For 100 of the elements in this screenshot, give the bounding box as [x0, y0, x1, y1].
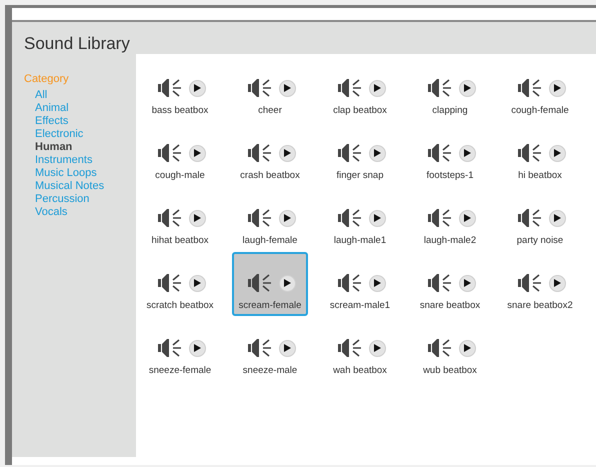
play-button[interactable]: [548, 210, 566, 226]
sound-tile[interactable]: bass beatbox: [142, 57, 218, 121]
play-icon: [284, 84, 290, 92]
play-button[interactable]: [278, 274, 296, 292]
speaker-icon: [426, 272, 452, 294]
play-icon: [284, 279, 290, 287]
sound-tile[interactable]: finger snap: [322, 122, 398, 186]
sound-tile[interactable]: clapping: [412, 57, 488, 121]
sound-name: snare beatbox2: [507, 300, 573, 312]
sound-name: crash beatbox: [240, 170, 300, 182]
sound-tile[interactable]: footsteps-1: [412, 122, 488, 186]
category-link[interactable]: Human: [35, 141, 72, 154]
speaker-icon: [426, 142, 452, 164]
speaker-icon: [336, 207, 362, 229]
sound-tile[interactable]: party noise: [502, 187, 578, 251]
sound-tile[interactable]: cough-female: [502, 57, 578, 121]
play-button[interactable]: [188, 144, 206, 162]
speaker-icon: [246, 77, 272, 99]
play-icon: [464, 84, 470, 92]
sound-tile[interactable]: cheer: [232, 57, 308, 121]
play-button[interactable]: [188, 210, 206, 226]
play-icon: [374, 149, 380, 157]
speaker-icon: [426, 77, 452, 99]
sound-tile[interactable]: scream-male1: [322, 252, 398, 316]
sound-name: cough-female: [511, 105, 569, 117]
sound-tile[interactable]: scream-female: [232, 252, 308, 316]
speaker-icon: [246, 337, 272, 359]
play-button[interactable]: [458, 144, 476, 162]
speaker-icon: [156, 142, 182, 164]
sound-name: cough-male: [155, 170, 205, 182]
speaker-icon: [156, 272, 182, 294]
dialog-title: Sound Library: [24, 33, 130, 55]
sound-tile[interactable]: wah beatbox: [322, 317, 398, 381]
sound-name: bass beatbox: [152, 105, 208, 117]
sound-name: sneeze-male: [242, 365, 298, 377]
play-icon: [374, 84, 380, 92]
play-button[interactable]: [368, 144, 386, 162]
sound-name: wub beatbox: [423, 365, 477, 377]
sound-tile[interactable]: laugh-male1: [322, 187, 398, 251]
sound-tile[interactable]: hihat beatbox: [142, 187, 218, 251]
play-button[interactable]: [278, 144, 296, 162]
sound-tile[interactable]: cough-male: [142, 122, 218, 186]
play-button[interactable]: [188, 340, 206, 356]
speaker-icon: [336, 142, 362, 164]
sound-tile[interactable]: sneeze-female: [142, 317, 218, 381]
play-button[interactable]: [548, 274, 566, 292]
play-button[interactable]: [458, 274, 476, 292]
sound-tile[interactable]: crash beatbox: [232, 122, 308, 186]
play-button[interactable]: [188, 80, 206, 96]
play-icon: [554, 214, 560, 222]
play-button[interactable]: [188, 274, 206, 292]
play-icon: [194, 149, 200, 157]
sound-name: snare beatbox: [420, 300, 480, 312]
play-icon: [194, 214, 200, 222]
speaker-icon: [516, 77, 542, 99]
speaker-icon: [516, 142, 542, 164]
sound-name: scratch beatbox: [146, 300, 214, 312]
speaker-icon: [426, 337, 452, 359]
sound-name: clapping: [432, 105, 468, 117]
play-button[interactable]: [458, 210, 476, 226]
speaker-icon: [156, 207, 182, 229]
play-button[interactable]: [278, 80, 296, 96]
sound-tile[interactable]: wub beatbox: [412, 317, 488, 381]
play-icon: [194, 344, 200, 352]
speaker-icon: [336, 77, 362, 99]
play-button[interactable]: [368, 80, 386, 96]
play-icon: [464, 214, 470, 222]
play-button[interactable]: [548, 80, 566, 96]
speaker-icon: [246, 207, 272, 229]
play-icon: [284, 149, 290, 157]
sound-tile[interactable]: scratch beatbox: [142, 252, 218, 316]
play-button[interactable]: [458, 340, 476, 356]
play-icon: [194, 279, 200, 287]
sound-name: laugh-female: [242, 235, 298, 247]
sound-tile[interactable]: clap beatbox: [322, 57, 398, 121]
sound-tile[interactable]: hi beatbox: [502, 122, 578, 186]
play-icon: [464, 279, 470, 287]
sound-tile[interactable]: laugh-female: [232, 187, 308, 251]
play-button[interactable]: [368, 274, 386, 292]
play-icon: [464, 149, 470, 157]
play-icon: [284, 214, 290, 222]
play-icon: [554, 84, 560, 92]
play-button[interactable]: [278, 340, 296, 356]
speaker-icon: [156, 77, 182, 99]
sound-name: finger snap: [336, 170, 384, 182]
speaker-icon: [426, 207, 452, 229]
play-button[interactable]: [368, 210, 386, 226]
sound-tile[interactable]: sneeze-male: [232, 317, 308, 381]
sound-tile[interactable]: snare beatbox2: [502, 252, 578, 316]
play-button[interactable]: [548, 144, 566, 162]
play-icon: [284, 344, 290, 352]
play-button[interactable]: [278, 210, 296, 226]
play-icon: [374, 344, 380, 352]
speaker-icon: [336, 272, 362, 294]
sound-tile[interactable]: snare beatbox: [412, 252, 488, 316]
sound-tile[interactable]: laugh-male2: [412, 187, 488, 251]
play-button[interactable]: [368, 340, 386, 356]
play-button[interactable]: [458, 80, 476, 96]
speaker-icon: [246, 142, 272, 164]
speaker-icon: [516, 207, 542, 229]
